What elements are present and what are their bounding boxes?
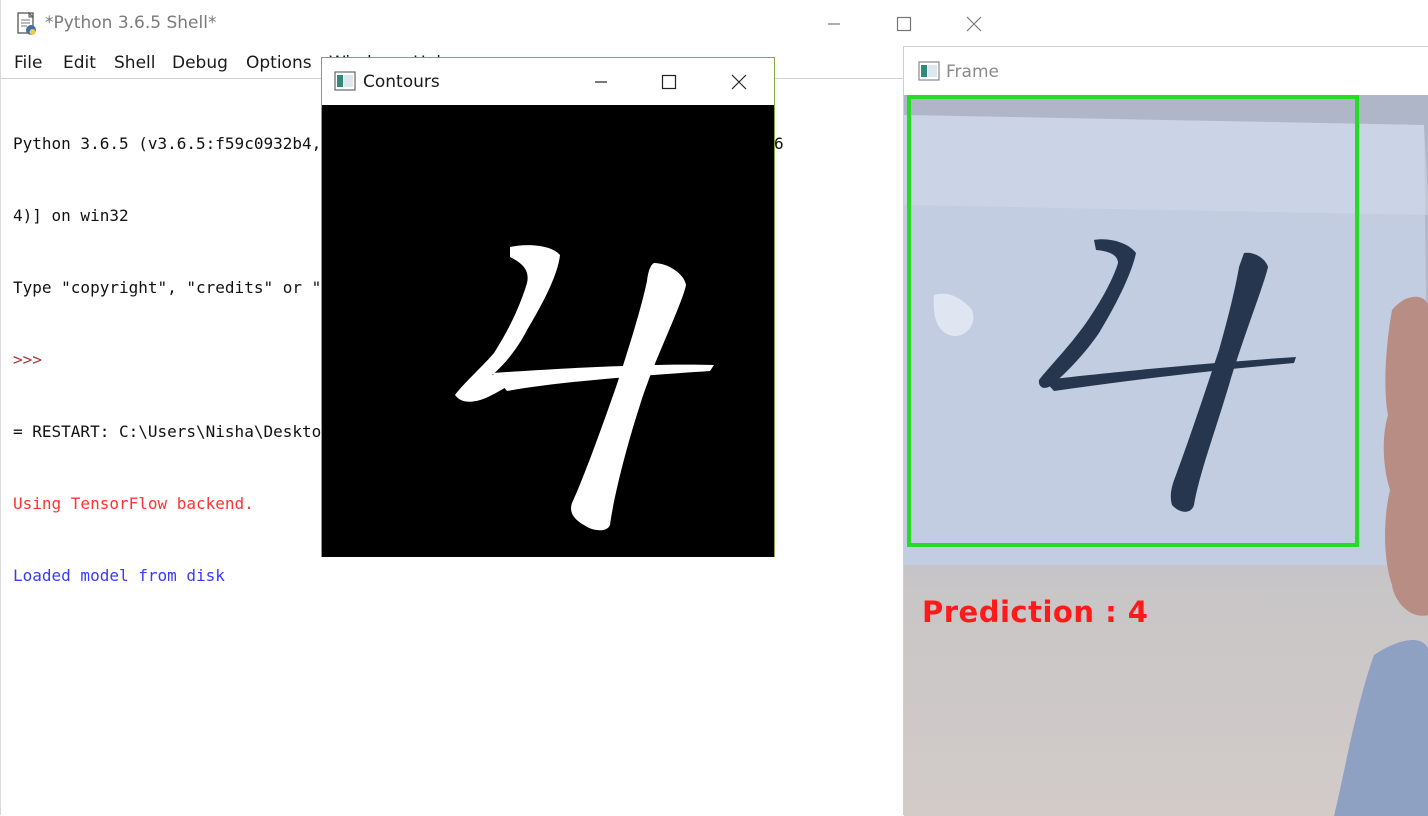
menu-shell[interactable]: Shell [114, 53, 155, 73]
contours-minimize-button[interactable] [566, 58, 636, 106]
camera-feed: 4 Prediction : 4 [904, 95, 1428, 816]
camera-scene: 4 [904, 95, 1428, 816]
maximize-icon [896, 16, 912, 32]
contours-window: Contours 4 [321, 57, 775, 557]
minimize-icon [595, 81, 607, 83]
shell-close-button[interactable] [939, 0, 1009, 48]
contours-maximize-button[interactable] [634, 58, 704, 106]
contours-threshold-image: 4 [322, 105, 774, 557]
idle-app-icon [17, 11, 36, 35]
contours-titlebar[interactable]: Contours [322, 58, 774, 105]
menu-edit[interactable]: Edit [63, 53, 96, 73]
minimize-icon [828, 23, 840, 25]
shell-maximize-button[interactable] [869, 0, 939, 48]
frame-titlebar[interactable]: Frame [904, 47, 1428, 95]
close-icon [731, 74, 747, 90]
contours-close-button[interactable] [704, 58, 774, 106]
frame-window: Frame 4 Prediction : 4 [903, 46, 1428, 816]
menu-options[interactable]: Options [246, 53, 312, 73]
maximize-icon [661, 74, 677, 90]
menu-file[interactable]: File [14, 53, 42, 73]
frame-window-title: Frame [946, 62, 999, 82]
contours-window-title: Contours [363, 72, 440, 92]
shell-minimize-button[interactable] [799, 0, 869, 48]
menu-debug[interactable]: Debug [172, 53, 228, 73]
shell-titlebar[interactable]: *Python 3.6.5 Shell* [1, 0, 1009, 48]
shell-window-title: *Python 3.6.5 Shell* [45, 13, 217, 33]
prediction-label: Prediction : 4 [922, 595, 1149, 629]
opencv-window-icon [918, 61, 940, 81]
close-icon [966, 16, 982, 32]
opencv-window-icon [334, 71, 356, 91]
console-line-model-loaded: Loaded model from disk [13, 566, 225, 585]
